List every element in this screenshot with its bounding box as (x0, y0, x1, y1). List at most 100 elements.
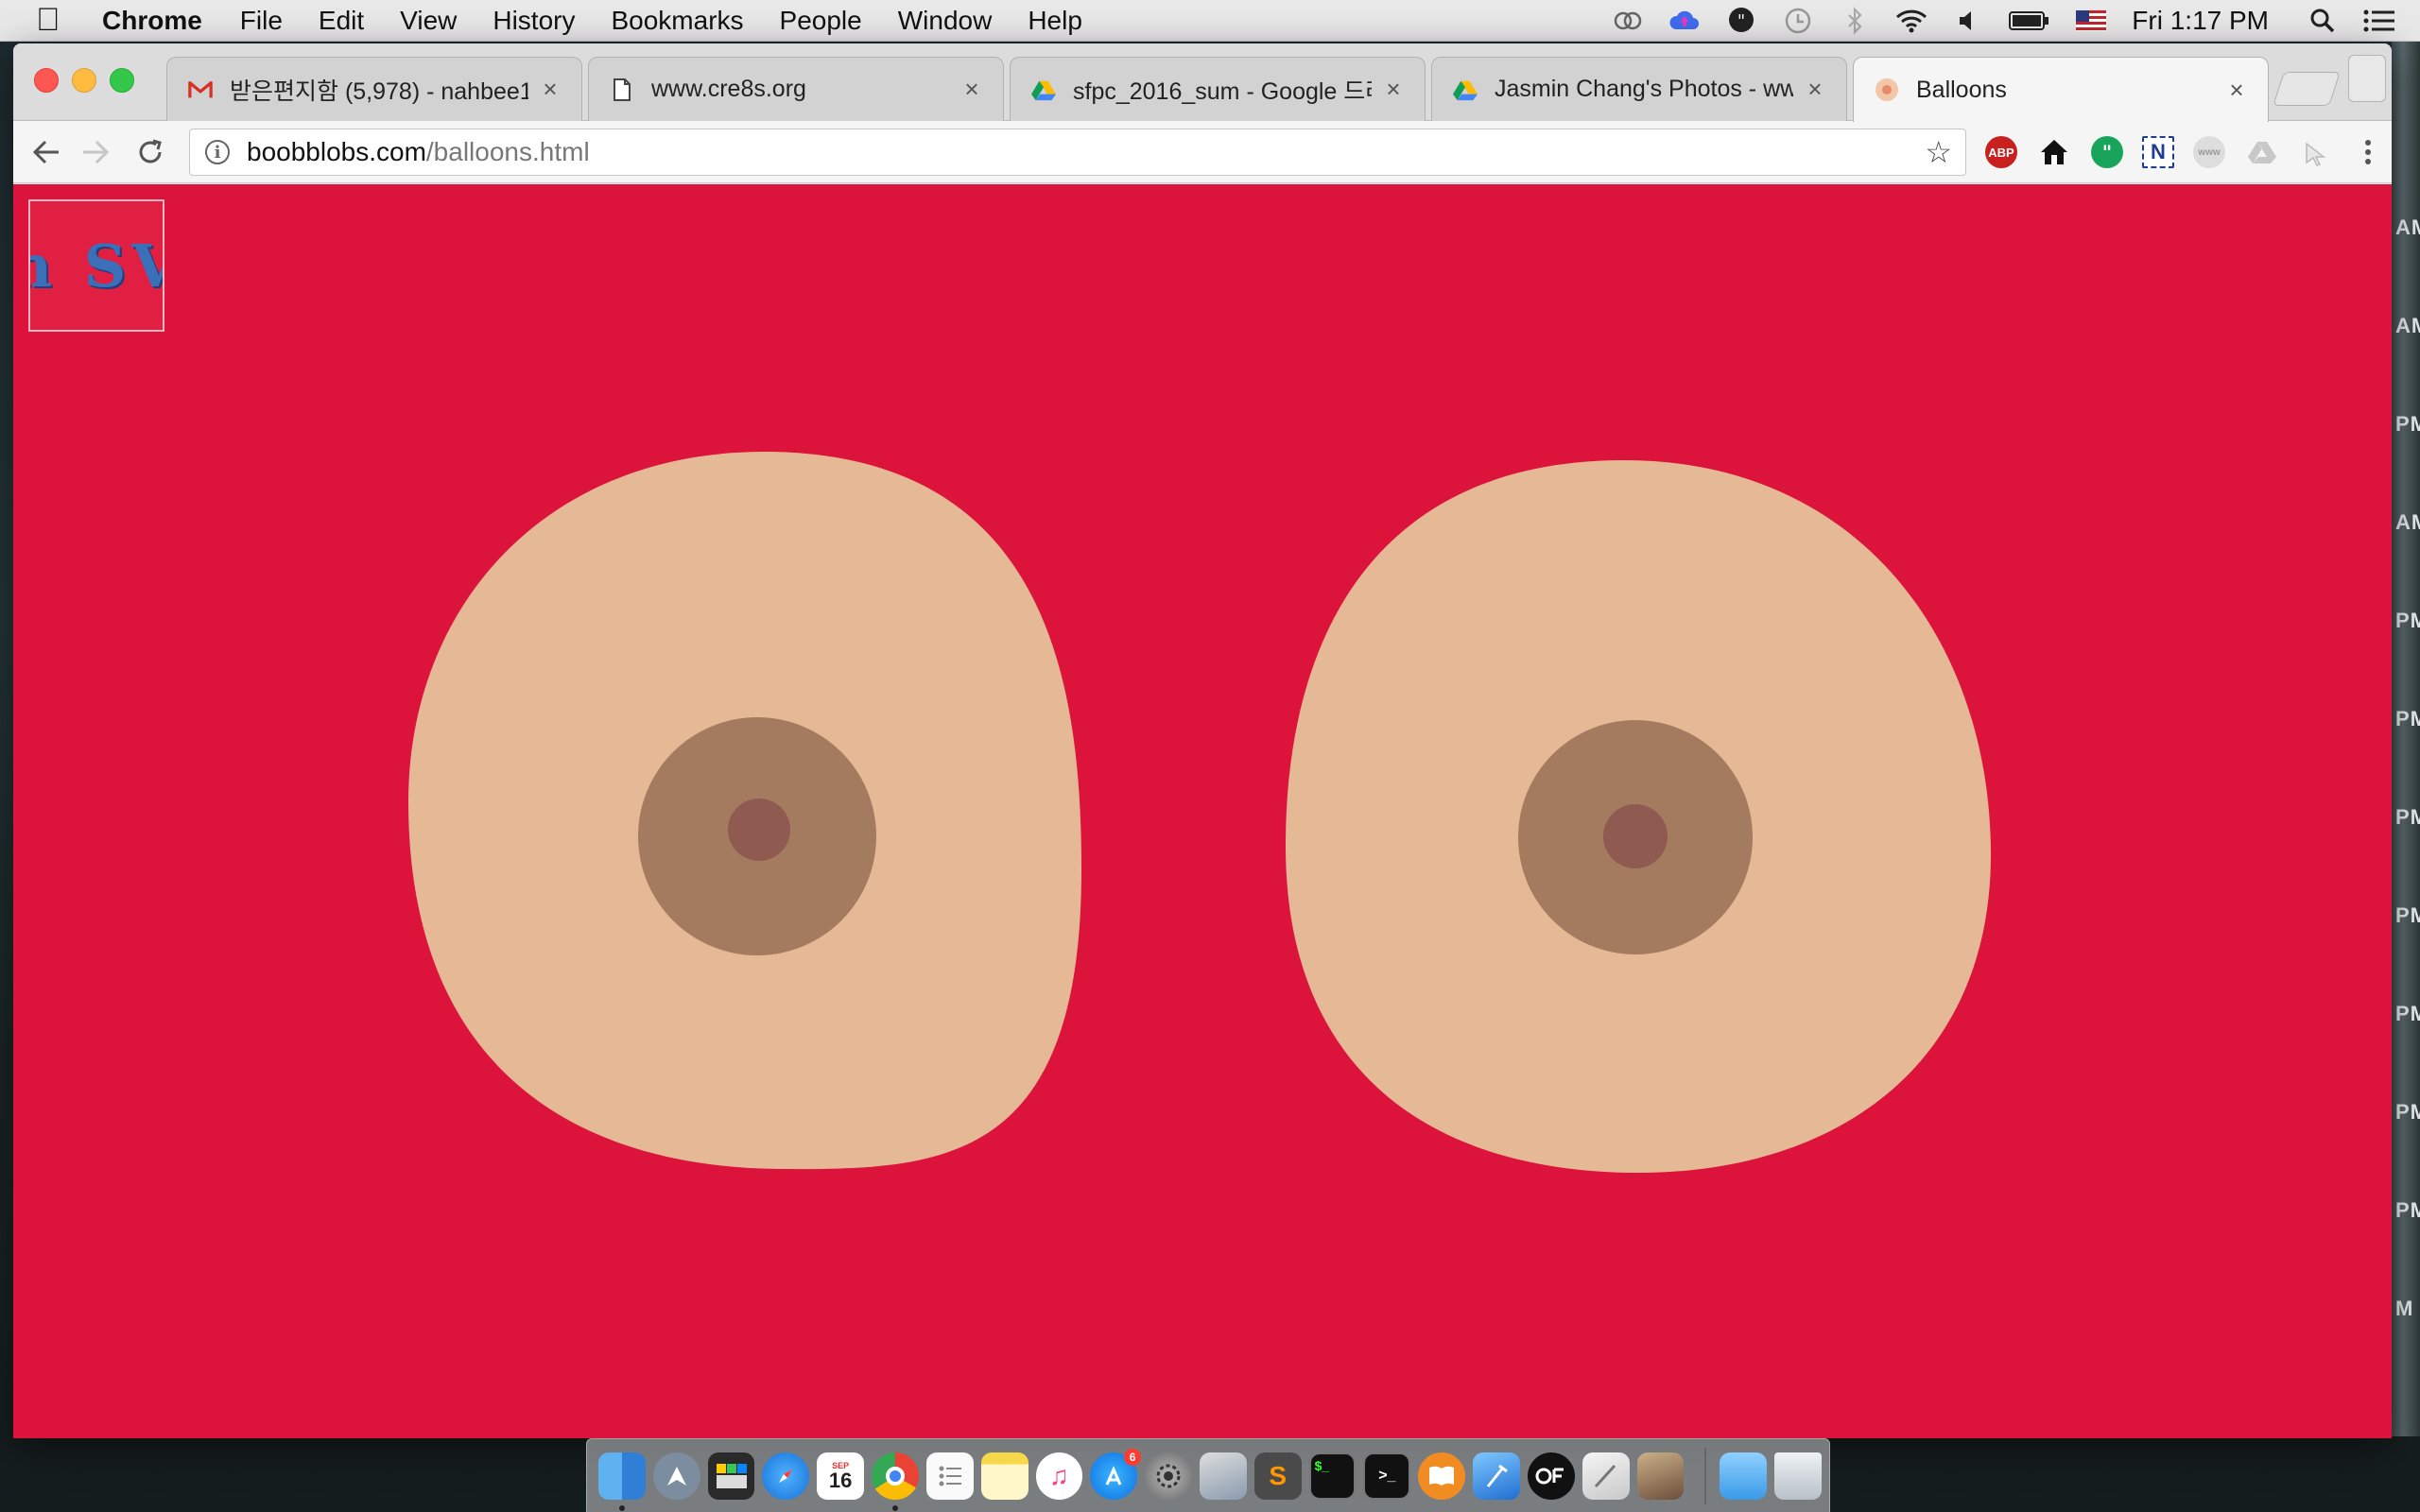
finder-icon[interactable] (598, 1452, 646, 1511)
n-extension-label: N (2151, 140, 2166, 163)
reload-icon (139, 139, 162, 163)
terminal-icon[interactable]: $_ (1308, 1452, 1357, 1500)
volume-icon[interactable] (1952, 7, 1984, 35)
textedit-icon[interactable] (1582, 1452, 1630, 1500)
tab-close-icon[interactable]: × (2224, 76, 2249, 105)
desktop-clock-label: PM (2395, 412, 2420, 436)
desktop-clock-label: PM (2395, 903, 2420, 927)
address-bar[interactable]: i boobblobs.com/balloons.html ☆ (189, 129, 1966, 176)
menu-app-name[interactable]: Chrome (102, 6, 202, 36)
bookmark-star-icon[interactable]: ☆ (1925, 134, 1952, 170)
bluetooth-icon[interactable] (1839, 7, 1871, 35)
forward-button[interactable] (76, 132, 115, 172)
right-balloon[interactable] (1286, 459, 1992, 1173)
menu-history[interactable]: History (493, 6, 575, 36)
desktop-clock-label: M (2395, 1297, 2414, 1320)
photo-icon[interactable] (1636, 1452, 1685, 1500)
desktop-wallpaper (2392, 38, 2420, 1436)
terminal-2-icon[interactable]: >_ (1363, 1452, 1411, 1500)
profile-button[interactable] (2348, 55, 2386, 102)
spotlight-search-icon[interactable] (2307, 7, 2339, 35)
desktop-clock-label: PM (2395, 1100, 2420, 1124)
tab-cre8s[interactable]: www.cre8s.org × (588, 57, 1004, 121)
xcode-icon[interactable] (1473, 1452, 1520, 1500)
dock-separator (1704, 1447, 1707, 1504)
reload-button[interactable] (130, 132, 170, 172)
safari-icon[interactable] (762, 1452, 810, 1500)
home-icon[interactable] (2038, 136, 2070, 168)
itunes-icon[interactable]: ♫ (1035, 1452, 1083, 1500)
battery-icon[interactable] (2009, 7, 2050, 35)
window-close-button[interactable] (34, 68, 59, 93)
hangouts-icon[interactable]: " (2091, 136, 2123, 168)
back-button[interactable] (26, 132, 66, 172)
balloon-favicon (1875, 77, 1899, 102)
dashboard-icon[interactable] (707, 1452, 755, 1500)
chrome-menu-icon[interactable] (2352, 136, 2384, 168)
tab-google-drive-photos[interactable]: Jasmin Chang's Photos - www × (1431, 57, 1847, 121)
us-flag-icon[interactable] (2075, 7, 2107, 35)
left-balloon[interactable] (408, 451, 1081, 1170)
forward-arrow-icon (83, 140, 110, 164)
site-info-icon[interactable]: i (205, 140, 230, 164)
tab-close-icon[interactable]: × (1803, 75, 1827, 104)
quote-icon[interactable]: " (1725, 7, 1757, 35)
menu-help[interactable]: Help (1028, 6, 1082, 36)
desktop-clock-label: AM (2395, 510, 2420, 534)
system-preferences-icon[interactable] (1145, 1452, 1192, 1500)
apple-menu-icon[interactable]:  (36, 2, 87, 39)
menu-window[interactable]: Window (898, 6, 993, 36)
www-extension-label: www (2198, 146, 2221, 158)
menu-file[interactable]: File (240, 6, 283, 36)
menu-bar-status-area: " Fri 1:17 PM (1612, 0, 2420, 42)
adblock-plus-icon[interactable]: ABP (1985, 136, 2017, 168)
sublime-text-icon[interactable]: S (1253, 1452, 1302, 1500)
chrome-icon[interactable] (872, 1452, 919, 1511)
trash-icon[interactable] (1774, 1452, 1822, 1500)
svg-text:": " (1737, 11, 1745, 31)
ibooks-icon[interactable] (1418, 1452, 1466, 1500)
window-maximize-button[interactable] (110, 68, 134, 93)
notification-center-icon[interactable] (2363, 7, 2395, 35)
pointer-extension-icon[interactable] (2299, 136, 2331, 168)
reminders-icon[interactable] (925, 1452, 974, 1500)
tab-close-icon[interactable]: × (1381, 75, 1406, 104)
menu-view[interactable]: View (400, 6, 457, 36)
app-store-icon[interactable]: 6 (1090, 1448, 1142, 1500)
new-tab-button[interactable] (2273, 72, 2341, 106)
browser-toolbar: i boobblobs.com/balloons.html ☆ ABP " N … (13, 121, 2392, 183)
cloud-upload-icon[interactable] (1668, 7, 1701, 35)
tab-balloons[interactable]: Balloons × (1853, 57, 2269, 122)
page-icon (610, 77, 634, 102)
calendar-icon[interactable]: SEP 16 (817, 1452, 865, 1500)
www-extension-icon[interactable]: www (2193, 136, 2225, 168)
menu-edit[interactable]: Edit (319, 6, 364, 36)
wifi-icon[interactable] (1895, 7, 1927, 35)
tab-close-icon[interactable]: × (538, 75, 562, 104)
right-nipple (1603, 804, 1668, 868)
back-arrow-icon (32, 140, 59, 164)
preview-icon[interactable] (1199, 1452, 1247, 1500)
left-nipple (728, 799, 790, 861)
n-extension-icon[interactable]: N (2142, 136, 2174, 168)
menu-people[interactable]: People (780, 6, 862, 36)
running-indicator (892, 1504, 899, 1511)
launchpad-icon[interactable] (652, 1452, 700, 1500)
dock: SEP 16 ♫ 6 S $_ >_ (586, 1438, 1830, 1512)
creative-cloud-icon[interactable] (1612, 7, 1644, 35)
menu-bar-clock[interactable]: Fri 1:17 PM (2132, 6, 2269, 36)
menu-bookmarks[interactable]: Bookmarks (611, 6, 743, 36)
terminal-label: $_ (1314, 1457, 1330, 1473)
tab-google-drive-sfpc[interactable]: sfpc_2016_sum - Google 드라이브 × (1010, 57, 1426, 121)
tab-close-icon[interactable]: × (959, 75, 984, 104)
folder-icon[interactable] (1720, 1452, 1768, 1500)
openframeworks-icon[interactable] (1527, 1452, 1575, 1500)
balloons-canvas (408, 451, 1992, 1173)
desktop-clock-label: AM (2395, 314, 2420, 337)
window-minimize-button[interactable] (72, 68, 96, 93)
time-machine-icon[interactable] (1782, 7, 1814, 35)
tab-gmail[interactable]: 받은편지함 (5,978) - nahbee10 × (166, 57, 582, 121)
drive-extension-icon[interactable] (2246, 136, 2278, 168)
svg-text:": " (2102, 143, 2112, 162)
notes-icon[interactable] (980, 1452, 1028, 1500)
